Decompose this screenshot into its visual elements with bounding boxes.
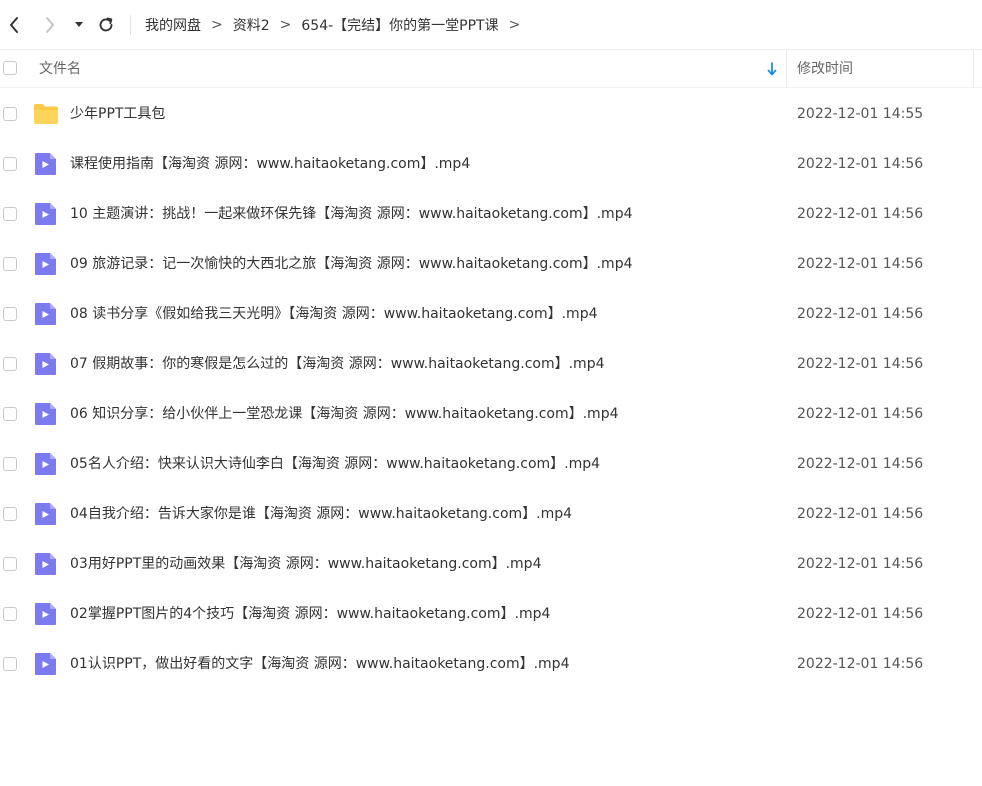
video-file-icon: [33, 352, 59, 376]
file-name[interactable]: 课程使用指南【海淘资 源网：www.haitaoketang.com】.mp4: [70, 139, 470, 189]
file-name[interactable]: 07 假期故事：你的寒假是怎么过的【海淘资 源网：www.haitaoketan…: [70, 339, 605, 389]
video-file-icon: [33, 652, 59, 676]
file-modified-time: 2022-12-01 14:56: [797, 456, 924, 472]
row-checkbox[interactable]: [3, 657, 17, 671]
video-file-icon: [33, 552, 59, 576]
column-header-name[interactable]: 文件名: [39, 50, 81, 88]
breadcrumb-item-root[interactable]: 我的网盘: [145, 15, 201, 35]
chevron-left-icon: [10, 16, 18, 33]
file-name[interactable]: 08 读书分享《假如给我三天光明》【海淘资 源网：www.haitaoketan…: [70, 289, 598, 339]
row-checkbox[interactable]: [3, 357, 17, 371]
list-header: 文件名 修改时间: [0, 50, 982, 88]
history-dropdown-button[interactable]: [72, 10, 86, 40]
breadcrumb-item-current[interactable]: 654-【完结】你的第一堂PPT课: [301, 15, 498, 35]
list-item[interactable]: 少年PPT工具包 2022-12-01 14:55: [0, 89, 982, 139]
file-modified-time: 2022-12-01 14:56: [797, 556, 924, 572]
list-item[interactable]: 03用好PPT里的动画效果【海淘资 源网：www.haitaoketang.co…: [0, 539, 982, 589]
row-checkbox[interactable]: [3, 457, 17, 471]
video-file-icon: [33, 502, 59, 526]
file-modified-time: 2022-12-01 14:56: [797, 606, 924, 622]
column-header-modified[interactable]: 修改时间: [797, 50, 853, 88]
file-name[interactable]: 06 知识分享：给小伙伴上一堂恐龙课【海淘资 源网：www.haitaoketa…: [70, 389, 619, 439]
list-item[interactable]: 10 主题演讲：挑战！一起来做环保先锋【海淘资 源网：www.haitaoket…: [0, 189, 982, 239]
file-name[interactable]: 少年PPT工具包: [70, 89, 165, 139]
list-item[interactable]: 07 假期故事：你的寒假是怎么过的【海淘资 源网：www.haitaoketan…: [0, 339, 982, 389]
file-modified-time: 2022-12-01 14:56: [797, 256, 924, 272]
row-checkbox[interactable]: [3, 257, 17, 271]
file-modified-time: 2022-12-01 14:56: [797, 356, 924, 372]
list-item[interactable]: 02掌握PPT图片的4个技巧【海淘资 源网：www.haitaoketang.c…: [0, 589, 982, 639]
video-file-icon: [33, 452, 59, 476]
refresh-button[interactable]: [94, 10, 118, 40]
breadcrumb-separator: >: [279, 17, 292, 33]
list-item[interactable]: 08 读书分享《假如给我三天光明》【海淘资 源网：www.haitaoketan…: [0, 289, 982, 339]
caret-down-icon: [75, 21, 83, 27]
row-checkbox[interactable]: [3, 307, 17, 321]
list-item[interactable]: 课程使用指南【海淘资 源网：www.haitaoketang.com】.mp4 2…: [0, 139, 982, 189]
list-item[interactable]: 06 知识分享：给小伙伴上一堂恐龙课【海淘资 源网：www.haitaoketa…: [0, 389, 982, 439]
row-checkbox[interactable]: [3, 557, 17, 571]
row-checkbox[interactable]: [3, 107, 17, 121]
video-file-icon: [33, 252, 59, 276]
list-item[interactable]: 01认识PPT，做出好看的文字【海淘资 源网：www.haitaoketang.…: [0, 639, 982, 689]
toolbar: 我的网盘 > 资料2 > 654-【完结】你的第一堂PPT课 >: [0, 0, 982, 50]
breadcrumb-item-folder[interactable]: 资料2: [233, 15, 270, 35]
select-all-checkbox[interactable]: [3, 61, 17, 75]
file-name[interactable]: 05名人介绍：快来认识大诗仙李白【海淘资 源网：www.haitaoketang…: [70, 439, 600, 489]
list-item[interactable]: 04自我介绍：告诉大家你是谁【海淘资 源网：www.haitaoketang.c…: [0, 489, 982, 539]
row-checkbox[interactable]: [3, 607, 17, 621]
refresh-icon: [99, 17, 113, 31]
video-file-icon: [33, 152, 59, 176]
video-file-icon: [33, 402, 59, 426]
file-name[interactable]: 10 主题演讲：挑战！一起来做环保先锋【海淘资 源网：www.haitaoket…: [70, 189, 633, 239]
column-divider[interactable]: [786, 50, 787, 88]
file-name[interactable]: 04自我介绍：告诉大家你是谁【海淘资 源网：www.haitaoketang.c…: [70, 489, 572, 539]
file-modified-time: 2022-12-01 14:56: [797, 406, 924, 422]
folder-icon: [33, 102, 59, 126]
file-modified-time: 2022-12-01 14:56: [797, 656, 924, 672]
file-modified-time: 2022-12-01 14:56: [797, 206, 924, 222]
row-checkbox[interactable]: [3, 507, 17, 521]
list-item[interactable]: 05名人介绍：快来认识大诗仙李白【海淘资 源网：www.haitaoketang…: [0, 439, 982, 489]
file-name[interactable]: 01认识PPT，做出好看的文字【海淘资 源网：www.haitaoketang.…: [70, 639, 569, 689]
video-file-icon: [33, 602, 59, 626]
breadcrumb: 我的网盘 > 资料2 > 654-【完结】你的第一堂PPT课 >: [145, 0, 530, 50]
breadcrumb-separator: >: [211, 17, 223, 33]
file-manager: 我的网盘 > 资料2 > 654-【完结】你的第一堂PPT课 > 文件名 修改时…: [0, 0, 982, 786]
file-modified-time: 2022-12-01 14:56: [797, 306, 924, 322]
video-file-icon: [33, 302, 59, 326]
forward-button[interactable]: [38, 10, 62, 40]
list-item[interactable]: 09 旅游记录：记一次愉快的大西北之旅【海淘资 源网：www.haitaoket…: [0, 239, 982, 289]
toolbar-divider: [130, 15, 131, 35]
back-button[interactable]: [2, 10, 26, 40]
file-modified-time: 2022-12-01 14:56: [797, 156, 924, 172]
row-checkbox[interactable]: [3, 407, 17, 421]
row-checkbox[interactable]: [3, 207, 17, 221]
column-divider[interactable]: [973, 50, 974, 88]
file-name[interactable]: 03用好PPT里的动画效果【海淘资 源网：www.haitaoketang.co…: [70, 539, 541, 589]
breadcrumb-separator[interactable]: >: [509, 17, 521, 33]
file-modified-time: 2022-12-01 14:55: [797, 106, 924, 122]
file-modified-time: 2022-12-01 14:56: [797, 506, 924, 522]
video-file-icon: [33, 202, 59, 226]
file-name[interactable]: 09 旅游记录：记一次愉快的大西北之旅【海淘资 源网：www.haitaoket…: [70, 239, 633, 289]
sort-descending-icon[interactable]: [765, 61, 779, 77]
chevron-right-icon: [46, 16, 54, 33]
file-name[interactable]: 02掌握PPT图片的4个技巧【海淘资 源网：www.haitaoketang.c…: [70, 589, 550, 639]
row-checkbox[interactable]: [3, 157, 17, 171]
file-list: 少年PPT工具包 2022-12-01 14:55 课程使用指南【海淘资 源网：ww…: [0, 89, 982, 689]
